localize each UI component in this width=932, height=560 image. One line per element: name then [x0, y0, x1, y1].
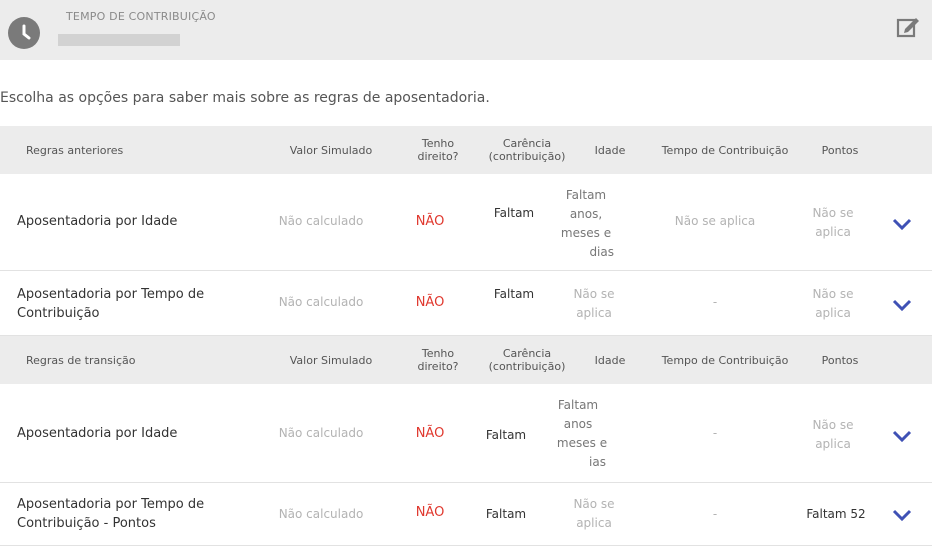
valor-simulado: Não calculado: [278, 507, 364, 521]
tenho-direito: NÃO: [415, 214, 445, 229]
col-carencia: Carência (contribuição): [488, 347, 566, 373]
pontos: Não se aplica: [812, 287, 854, 320]
tempo-contribuicao: -: [712, 507, 718, 521]
idade: Não se aplica: [573, 497, 615, 530]
rule-row[interactable]: Aposentadoria por Tempo de Contribuição …: [0, 271, 932, 336]
rule-row[interactable]: Aposentadoria por Idade Não calculado NÃ…: [0, 174, 932, 271]
idade: Faltam anos, meses e dias: [560, 188, 614, 259]
pontos: Faltam 52: [806, 507, 866, 521]
card-title: TEMPO DE CONTRIBUIÇÃO: [66, 10, 216, 23]
rule-name: Aposentadoria por Tempo de Contribuição …: [17, 497, 205, 531]
contribution-time-card: TEMPO DE CONTRIBUIÇÃO: [0, 0, 932, 60]
col-valor-simulado: Valor Simulado: [289, 143, 373, 157]
tempo-contribuicao: Não se aplica: [674, 214, 756, 228]
section-title: Regras de transição: [26, 353, 136, 367]
col-pontos: Pontos: [821, 353, 859, 367]
intro-text: Escolha as opções para saber mais sobre …: [0, 90, 490, 106]
tenho-direito: NÃO: [415, 426, 445, 441]
rule-name: Aposentadoria por Idade: [17, 214, 178, 229]
section-header-transition-rules: Regras de transição Valor Simulado Tenho…: [0, 336, 932, 384]
col-idade: Idade: [594, 143, 626, 157]
section-title: Regras anteriores: [26, 143, 124, 157]
tempo-contribuicao: -: [712, 426, 718, 440]
carencia: Faltam: [493, 287, 535, 301]
edit-icon[interactable]: [896, 14, 922, 40]
chevron-down-icon[interactable]: [891, 428, 913, 444]
col-valor-simulado: Valor Simulado: [289, 353, 373, 367]
rule-name: Aposentadoria por Tempo de Contribuição: [17, 287, 205, 321]
chevron-down-icon[interactable]: [891, 507, 913, 523]
idade: Faltam anos meses e ias: [556, 398, 608, 469]
valor-simulado: Não calculado: [278, 214, 364, 228]
pontos: Não se aplica: [812, 418, 854, 451]
rule-row[interactable]: Aposentadoria por Idade Não calculado NÃ…: [0, 384, 932, 483]
col-tenho-direito: Tenho direito?: [417, 347, 459, 373]
redacted-value-bar: [58, 34, 180, 46]
rule-row[interactable]: Aposentadoria por Tempo de Contribuição …: [0, 483, 932, 546]
col-tenho-direito: Tenho direito?: [417, 137, 459, 163]
valor-simulado: Não calculado: [278, 426, 364, 440]
idade: Não se aplica: [573, 287, 615, 320]
carencia: Faltam: [493, 206, 535, 220]
col-tempo-contribuicao: Tempo de Contribuição: [661, 353, 789, 367]
carencia: Faltam: [485, 428, 527, 442]
col-pontos: Pontos: [821, 143, 859, 157]
col-carencia: Carência (contribuição): [488, 137, 566, 163]
chevron-down-icon[interactable]: [891, 297, 913, 313]
tempo-contribuicao: -: [712, 295, 718, 309]
carencia: Faltam: [485, 507, 527, 521]
pontos: Não se aplica: [812, 206, 854, 239]
chevron-down-icon[interactable]: [891, 216, 913, 232]
section-header-previous-rules: Regras anteriores Valor Simulado Tenho di…: [0, 126, 932, 174]
valor-simulado: Não calculado: [278, 295, 364, 309]
tenho-direito: NÃO: [415, 505, 445, 520]
col-idade: Idade: [594, 353, 626, 367]
tenho-direito: NÃO: [415, 295, 445, 310]
clock-icon: [8, 17, 40, 49]
col-tempo-contribuicao: Tempo de Contribuição: [661, 143, 789, 157]
rule-name: Aposentadoria por Idade: [17, 426, 178, 441]
